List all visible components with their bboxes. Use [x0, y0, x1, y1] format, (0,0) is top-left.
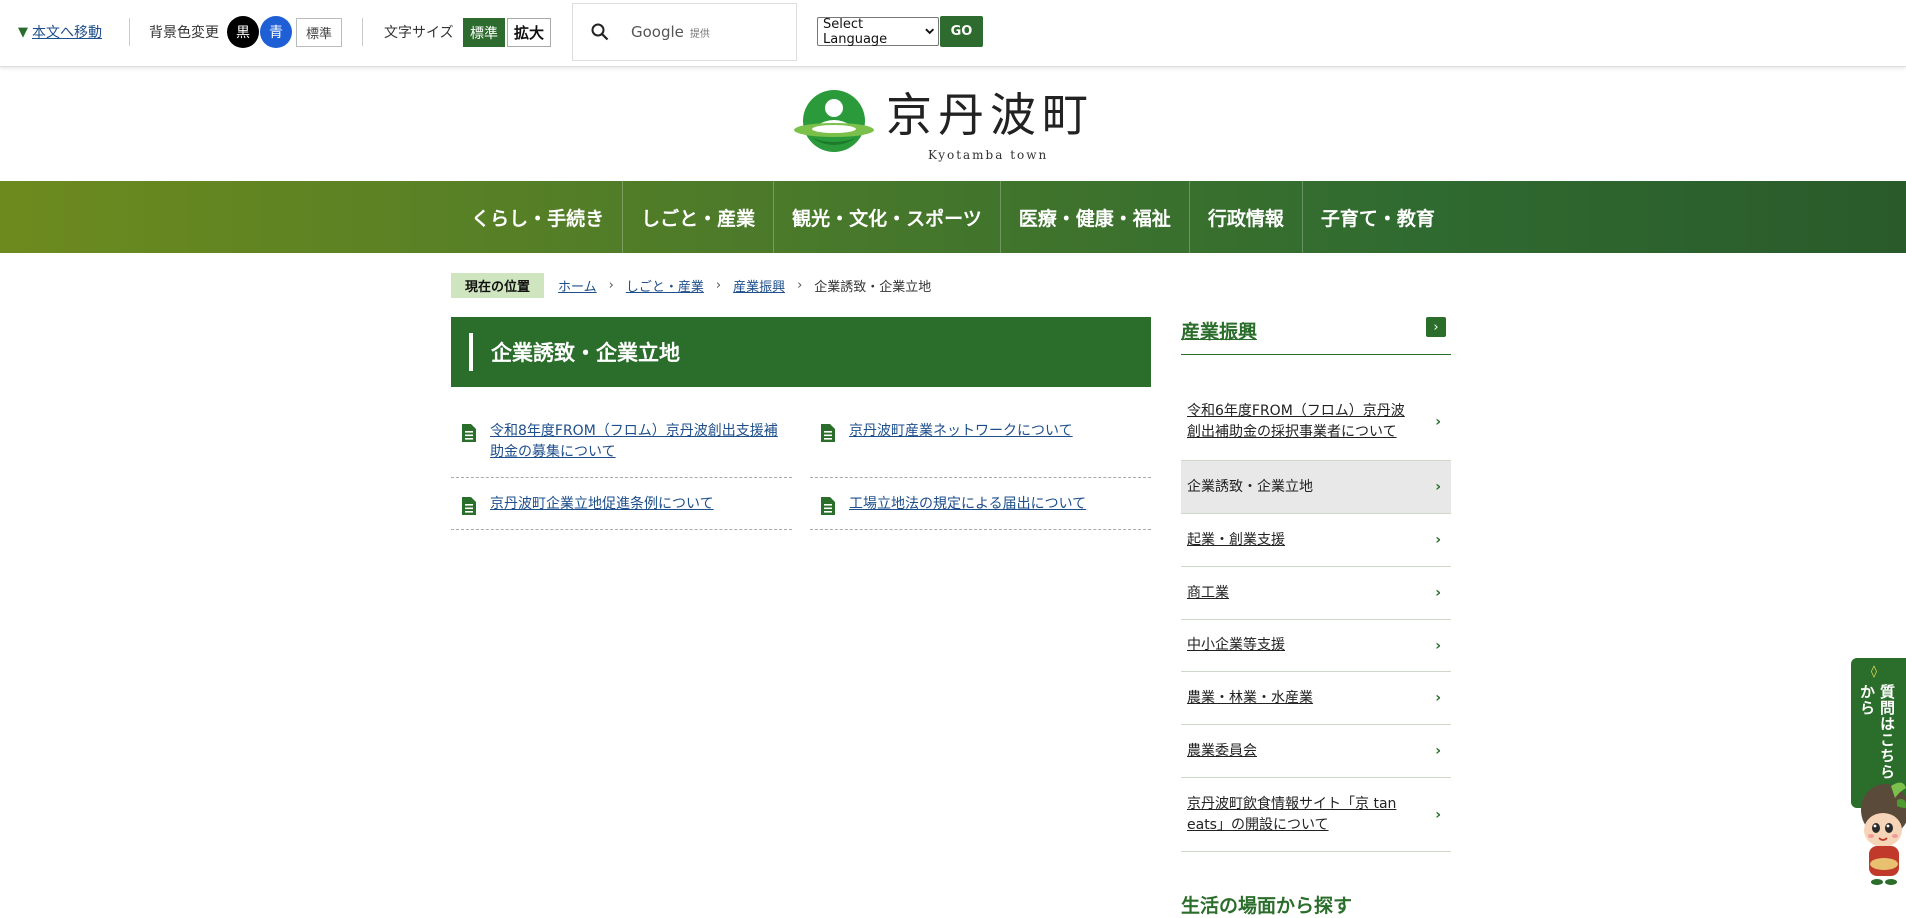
chevron-right-icon: ›: [608, 277, 614, 293]
nav-item-work[interactable]: しごと・産業: [622, 181, 773, 253]
sidebar-item-label: 中小企業等支援: [1187, 637, 1285, 653]
utility-bar: ▼ 本文へ移動 背景色変更 黒 青 標準 文字サイズ 標準 拡大 Google …: [0, 0, 1906, 67]
site-search-box[interactable]: Google 提供: [572, 3, 797, 61]
skip-link-label[interactable]: 本文へ移動: [32, 22, 102, 42]
nav-item-admin[interactable]: 行政情報: [1188, 181, 1302, 253]
search-brand: Google: [631, 23, 684, 41]
sidebar-item-label: 企業誘致・企業立地: [1187, 478, 1313, 495]
search-provided: 提供: [689, 28, 710, 40]
language-go-button[interactable]: GO: [940, 16, 983, 47]
sidebar-title[interactable]: 産業振興: [1181, 317, 1257, 344]
document-icon: [821, 424, 835, 442]
skip-to-content-link[interactable]: ▼ 本文へ移動: [18, 22, 102, 42]
nav-item-tourism[interactable]: 観光・文化・スポーツ: [773, 181, 1000, 253]
logo-title: 京丹波町: [886, 88, 1094, 142]
logo-subtitle: Kyotamba town: [928, 148, 1049, 162]
sidebar-item-label: 農業・林業・水産業: [1187, 689, 1313, 706]
list-item[interactable]: 工場立地法の規定による届出について: [810, 478, 1151, 530]
bg-black-button[interactable]: 黒: [227, 16, 259, 48]
sidebar-item-label: 令和6年度FROM（フロム）京丹波創出補助金の採択事業者について: [1187, 403, 1405, 440]
sidebar-item-from-subsidy-2024[interactable]: 令和6年度FROM（フロム）京丹波創出補助金の採択事業者について ›: [1181, 384, 1451, 461]
sidebar-item-agri-committee[interactable]: 農業委員会 ›: [1181, 725, 1451, 778]
nav-item-health[interactable]: 医療・健康・福祉: [999, 181, 1189, 253]
search-icon: [591, 23, 609, 41]
divider: [129, 18, 130, 46]
sidebar-item-label: 商工業: [1187, 584, 1229, 601]
font-standard-button[interactable]: 標準: [463, 18, 505, 47]
divider: [362, 18, 363, 46]
breadcrumb: 現在の位置 ホーム › しごと・産業 › 産業振興 › 企業誘致・企業立地: [451, 272, 932, 298]
chat-widget[interactable]: ◊ 質問はこちらから: [1851, 658, 1906, 900]
chevron-right-icon: ›: [1435, 690, 1441, 706]
sidebar-item-startup[interactable]: 起業・創業支援 ›: [1181, 514, 1451, 567]
sidebar-item-label: 農業委員会: [1187, 742, 1257, 759]
chevron-right-icon: ›: [1426, 317, 1446, 337]
town-emblem-icon: [794, 90, 874, 152]
list-item[interactable]: 令和8年度FROM（フロム）京丹波創出支援補助金の募集について: [451, 405, 792, 478]
chevron-right-icon: ›: [1435, 585, 1441, 601]
breadcrumb-home[interactable]: ホーム: [558, 276, 597, 295]
sidebar-item-sme-support[interactable]: 中小企業等支援 ›: [1181, 620, 1451, 672]
chevron-right-icon: ›: [1435, 743, 1441, 759]
chevron-right-icon: ›: [1435, 806, 1441, 823]
sidebar-item-food-site[interactable]: 京丹波町飲食情報サイト「京 tan eats」の開設について ›: [1181, 778, 1451, 852]
font-large-button[interactable]: 拡大: [507, 18, 551, 47]
sidebar-item-label: 京丹波町飲食情報サイト「京 tan eats」の開設について: [1187, 795, 1397, 833]
sidebar-item-company-location[interactable]: 企業誘致・企業立地 ›: [1181, 461, 1451, 514]
mascot-character-icon: [1861, 782, 1906, 885]
sidebar-item-commerce[interactable]: 商工業 ›: [1181, 567, 1451, 620]
sidebar-header[interactable]: 産業振興 ›: [1181, 313, 1451, 355]
nav-item-life[interactable]: くらし・手続き: [453, 181, 622, 253]
site-logo[interactable]: 京丹波町 Kyotamba town: [792, 88, 1094, 162]
global-nav: くらし・手続き しごと・産業 観光・文化・スポーツ 医療・健康・福祉 行政情報 …: [0, 181, 1906, 253]
document-icon: [821, 497, 835, 515]
diamond-icon: ◊: [1871, 664, 1877, 678]
language-select-value: Select Language: [823, 16, 888, 47]
bg-blue-button[interactable]: 青: [260, 16, 292, 48]
page-heading: 企業誘致・企業立地: [451, 317, 1151, 387]
link-factory-law[interactable]: 工場立地法の規定による届出について: [849, 494, 1149, 515]
sidebar-item-agriculture[interactable]: 農業・林業・水産業 ›: [1181, 672, 1451, 725]
breadcrumb-current: 企業誘致・企業立地: [814, 279, 932, 295]
font-size-label: 文字サイズ: [384, 25, 454, 41]
list-item[interactable]: 京丹波町産業ネットワークについて: [810, 405, 1151, 478]
document-icon: [462, 424, 476, 442]
breadcrumb-industry[interactable]: 産業振興: [733, 276, 785, 295]
sidebar-item-label: 起業・創業支援: [1187, 531, 1285, 548]
page-title: 企業誘致・企業立地: [491, 341, 680, 365]
breadcrumb-work[interactable]: しごと・産業: [626, 276, 704, 295]
chevron-right-icon: ›: [797, 277, 803, 293]
link-location-ordinance[interactable]: 京丹波町企業立地促進条例について: [490, 494, 790, 515]
link-from-subsidy-2026[interactable]: 令和8年度FROM（フロム）京丹波創出支援補助金の募集について: [490, 421, 790, 463]
link-industry-network[interactable]: 京丹波町産業ネットワークについて: [849, 421, 1149, 442]
bg-color-label: 背景色変更: [149, 25, 219, 41]
chevron-right-icon: ›: [1435, 479, 1441, 495]
chevron-right-icon: ›: [1435, 637, 1441, 654]
chevron-right-icon: ›: [715, 277, 722, 293]
bg-standard-button[interactable]: 標準: [296, 18, 342, 47]
heading-accent-bar: [469, 333, 473, 371]
document-icon: [462, 497, 476, 515]
triangle-down-icon: ▼: [18, 24, 28, 40]
breadcrumb-label: 現在の位置: [451, 272, 545, 298]
nav-item-education[interactable]: 子育て・教育: [1301, 181, 1453, 253]
chevron-down-icon: [924, 28, 934, 35]
section-heading-life-scenes: 生活の場面から探す: [1181, 895, 1353, 917]
language-select[interactable]: Select Language: [817, 16, 939, 47]
chevron-right-icon: ›: [1435, 532, 1441, 548]
chevron-right-icon: ›: [1435, 414, 1441, 430]
list-item[interactable]: 京丹波町企業立地促進条例について: [451, 478, 792, 530]
